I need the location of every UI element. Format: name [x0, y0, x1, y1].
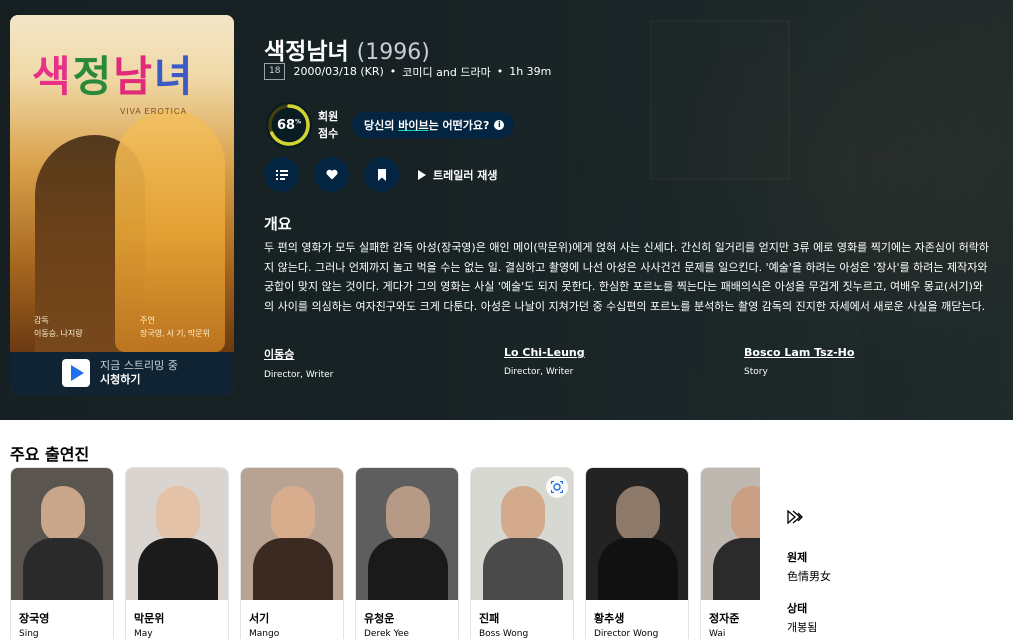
cast-card[interactable]: 진패 Boss Wong — [470, 467, 574, 639]
crew-member: Bosco Lam Tsz-Ho Story — [744, 346, 854, 377]
zoom-icon — [551, 481, 563, 493]
poster-title-char: 녀 — [153, 52, 195, 101]
score-value: 68% — [276, 117, 302, 133]
poster-title-char: 남 — [113, 52, 154, 101]
info-icon: i — [494, 120, 505, 130]
vibe-highlight: 바이브 — [398, 119, 429, 132]
streaming-text: 지금 스트리밍 중 시청하기 — [100, 359, 178, 387]
cast-photo — [586, 468, 688, 600]
crew-member: 이동승 Director, Writer — [264, 346, 333, 380]
cast-card[interactable]: 서기 Mango — [240, 467, 344, 639]
cast-name[interactable]: 유청운 — [364, 610, 394, 626]
cast-name[interactable]: 서기 — [249, 610, 269, 626]
poster-cast-label: 주연 — [140, 316, 155, 325]
vibe-suffix: 는 어떤가요? — [428, 119, 490, 132]
original-title-label: 원제 — [787, 551, 808, 564]
poster-director-names: 이동승, 나지량 — [34, 329, 83, 338]
cast-photo — [701, 468, 760, 600]
cast-photo — [471, 468, 573, 600]
title-row: 색정남녀 (1996) — [264, 32, 430, 66]
poster-title: 색정남녀 — [32, 43, 195, 104]
separator-dot: • — [389, 65, 397, 78]
cast-card[interactable]: 황추생 Director Wong — [585, 467, 689, 639]
vibe-text: 당신의 바이브는 어떤가요? — [364, 117, 489, 133]
release-year: (1996) — [356, 40, 430, 65]
user-score-chart: 68% — [266, 102, 312, 148]
status-value: 개봉됨 — [787, 621, 818, 634]
score-label-line1: 회원 — [318, 110, 339, 123]
cast-photo — [11, 468, 113, 600]
poster-title-char: 정 — [72, 52, 114, 101]
cast-name[interactable]: 막문위 — [134, 610, 164, 626]
poster-director-credit: 감독 이동승, 나지량 — [34, 314, 83, 340]
watch-now-label: 시청하기 — [100, 373, 141, 386]
poster-image: 색정남녀 VIVA EROTICA 감독 이동승, 나지량 주연 장국영, 서 … — [10, 15, 234, 352]
cast-name[interactable]: 정자준 — [709, 610, 739, 626]
cast-character: May — [134, 629, 153, 639]
action-bar: 트레일러 재생 — [264, 157, 498, 192]
list-icon — [275, 169, 288, 180]
cast-name[interactable]: 황추생 — [594, 610, 624, 626]
runtime: 1h 39m — [509, 65, 552, 78]
score-label: 회원 점수 — [318, 108, 338, 142]
cast-character: Derek Yee — [364, 629, 409, 639]
cast-name[interactable]: 장국영 — [19, 610, 49, 626]
overview-text: 두 편의 영화가 모두 실패한 감독 아성(장국영)은 애인 메이(막문위)에게… — [264, 241, 990, 313]
cast-character: Wai — [709, 629, 726, 639]
poster-director-label: 감독 — [34, 316, 49, 325]
cast-photo — [126, 468, 228, 600]
crew-job: Director, Writer — [504, 367, 574, 377]
poster[interactable]: 색정남녀 VIVA EROTICA 감독 이동승, 나지량 주연 장국영, 서 … — [10, 15, 234, 395]
bookmark-icon — [377, 168, 386, 181]
favorite-button[interactable] — [314, 157, 349, 192]
movie-title[interactable]: 색정남녀 — [264, 32, 349, 66]
play-trailer-label: 트레일러 재생 — [433, 168, 498, 182]
genres[interactable]: 코미디 and 드라마 — [402, 64, 490, 80]
vibe-prefix: 당신의 — [364, 119, 399, 132]
crew-name[interactable]: Bosco Lam Tsz-Ho — [744, 346, 854, 359]
crew-job: Story — [744, 367, 768, 377]
arrow-right-icon — [787, 509, 803, 525]
certification-badge: 18 — [264, 63, 286, 80]
cast-heading: 주요 출연진 — [10, 445, 90, 464]
streaming-provider-logo — [62, 359, 90, 387]
cast-card[interactable]: 유청운 Derek Yee — [355, 467, 459, 639]
cast-character: Sing — [19, 629, 39, 639]
overview-heading: 개요 — [264, 215, 292, 233]
poster-subtitle: VIVA EROTICA — [120, 107, 187, 116]
score-label-line2: 점수 — [318, 127, 339, 140]
add-to-list-button[interactable] — [264, 157, 299, 192]
watchlist-button[interactable] — [364, 157, 399, 192]
original-title-value: 色情男女 — [787, 570, 831, 583]
play-trailer-button[interactable]: 트레일러 재생 — [418, 167, 498, 183]
cast-card[interactable]: 막문위 May — [125, 467, 229, 639]
crew-job: Director, Writer — [264, 370, 334, 380]
cast-scroller[interactable]: 장국영 Sing 막문위 May 서기 Mango 유청운 Derek Yee — [10, 467, 760, 639]
poster-cast-credit: 주연 장국영, 서 기, 막문위 — [140, 314, 210, 340]
cast-photo — [241, 468, 343, 600]
streaming-now-label: 지금 스트리밍 중 — [100, 359, 178, 372]
crew-name[interactable]: Lo Chi-Leung — [504, 346, 585, 359]
vibe-button[interactable]: 당신의 바이브는 어떤가요? i — [352, 112, 515, 138]
cast-card[interactable]: 정자준 Wai — [700, 467, 760, 639]
view-more-cast-button[interactable] — [787, 509, 805, 528]
separator-dot: • — [496, 65, 504, 78]
poster-title-char: 색 — [32, 52, 73, 101]
status-label: 상태 — [787, 602, 808, 615]
crew-name[interactable]: 이동승 — [264, 346, 333, 362]
cast-character: Director Wong — [594, 629, 659, 639]
release-date: 2000/03/18 (KR) — [293, 65, 384, 78]
cast-name[interactable]: 진패 — [479, 610, 499, 626]
heart-icon — [325, 169, 338, 180]
play-icon — [418, 169, 426, 180]
cast-photo — [356, 468, 458, 600]
zoom-button[interactable] — [546, 476, 568, 498]
cast-character: Mango — [249, 629, 280, 639]
crew-member: Lo Chi-Leung Director, Writer — [504, 346, 585, 377]
poster-cast-names: 장국영, 서 기, 막문위 — [140, 329, 210, 338]
facts: 18 2000/03/18 (KR) • 코미디 and 드라마 • 1h 39… — [264, 63, 551, 80]
streaming-bar[interactable]: 지금 스트리밍 중 시청하기 — [10, 352, 234, 395]
cast-character: Boss Wong — [479, 629, 529, 639]
cast-card[interactable]: 장국영 Sing — [10, 467, 114, 639]
